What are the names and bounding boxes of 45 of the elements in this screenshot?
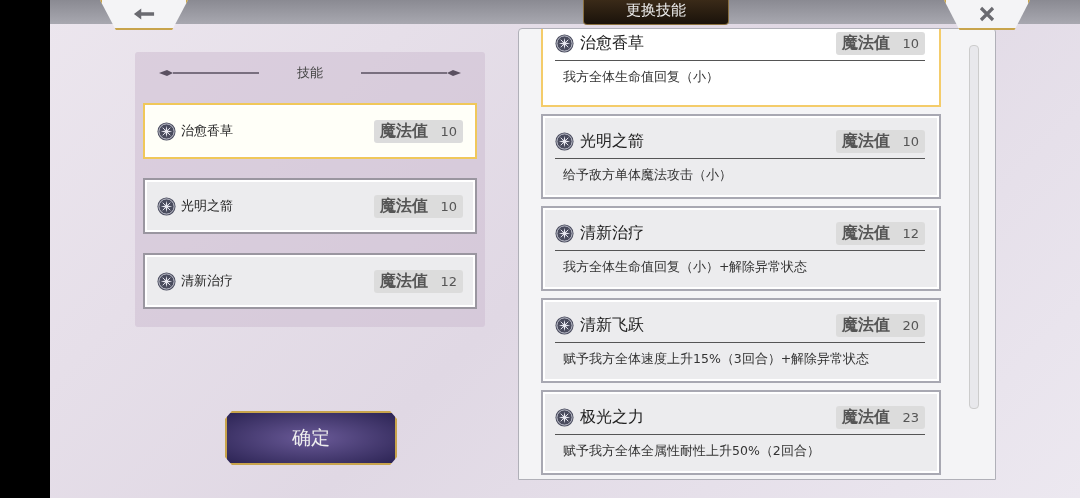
skill-description: 赋予我方全体全属性耐性上升50%（2回合）	[562, 442, 821, 460]
skill-name: 治愈香草	[580, 32, 645, 54]
mana-cost-tag: 魔法值 10	[836, 129, 925, 153]
panel-title: 技能	[297, 64, 323, 82]
skill-card[interactable]: 清新飞跃 魔法值 20 赋予我方全体速度上升15%（3回合）+解除异常状态	[541, 298, 941, 383]
skill-slot[interactable]: 光明之箭 魔法值 10	[143, 178, 477, 234]
skill-name: 清新治疗	[181, 272, 234, 290]
skill-icon	[157, 196, 176, 216]
mana-cost-tag: 魔法值 20	[836, 313, 925, 337]
skill-card[interactable]: 清新治疗 魔法值 12 我方全体生命值回复（小）+解除异常状态	[541, 206, 941, 291]
skill-card[interactable]: 光明之箭 魔法值 10 给予敌方单体魔法攻击（小）	[541, 114, 941, 199]
skill-name: 清新飞跃	[580, 314, 645, 336]
skill-icon	[555, 407, 574, 427]
skill-slot[interactable]: 清新治疗 魔法值 12	[143, 253, 477, 309]
skill-description: 我方全体生命值回复（小）+解除异常状态	[562, 258, 809, 276]
confirm-button[interactable]: 确定	[225, 411, 397, 465]
skill-name: 光明之箭	[580, 130, 645, 152]
skill-description: 给予敌方单体魔法攻击（小）	[562, 166, 733, 184]
skill-icon	[555, 315, 574, 335]
skill-icon	[555, 131, 574, 151]
ornament-icon	[361, 68, 461, 78]
mana-cost-tag: 魔法值 10	[374, 119, 463, 143]
mana-cost-tag: 魔法值 12	[836, 221, 925, 245]
screen-title: 更换技能	[583, 0, 729, 25]
skill-card[interactable]: 极光之力 魔法值 23 赋予我方全体全属性耐性上升50%（2回合）	[541, 390, 941, 475]
mana-cost-tag: 魔法值 23	[836, 405, 925, 429]
skill-card[interactable]: 治愈香草 魔法值 10 我方全体生命值回复（小）	[541, 29, 941, 107]
skill-icon	[157, 271, 176, 291]
skill-slot[interactable]: 治愈香草 魔法值 10	[143, 103, 477, 159]
close-icon	[979, 6, 995, 22]
skill-description: 我方全体生命值回复（小）	[562, 68, 720, 86]
mana-cost-tag: 魔法值 10	[836, 31, 925, 55]
ornament-icon	[159, 68, 259, 78]
skill-name: 光明之箭	[181, 197, 234, 215]
skill-icon	[157, 121, 176, 141]
skill-name: 治愈香草	[181, 122, 234, 140]
mana-cost-tag: 魔法值 10	[374, 194, 463, 218]
scrollbar[interactable]	[969, 45, 979, 409]
skill-icon	[555, 33, 574, 53]
skill-name: 清新治疗	[580, 222, 645, 244]
mana-cost-tag: 魔法值 12	[374, 269, 463, 293]
skill-description: 赋予我方全体速度上升15%（3回合）+解除异常状态	[562, 350, 871, 368]
skill-name: 极光之力	[580, 406, 645, 428]
skill-icon	[555, 223, 574, 243]
back-arrow-icon	[133, 7, 155, 21]
